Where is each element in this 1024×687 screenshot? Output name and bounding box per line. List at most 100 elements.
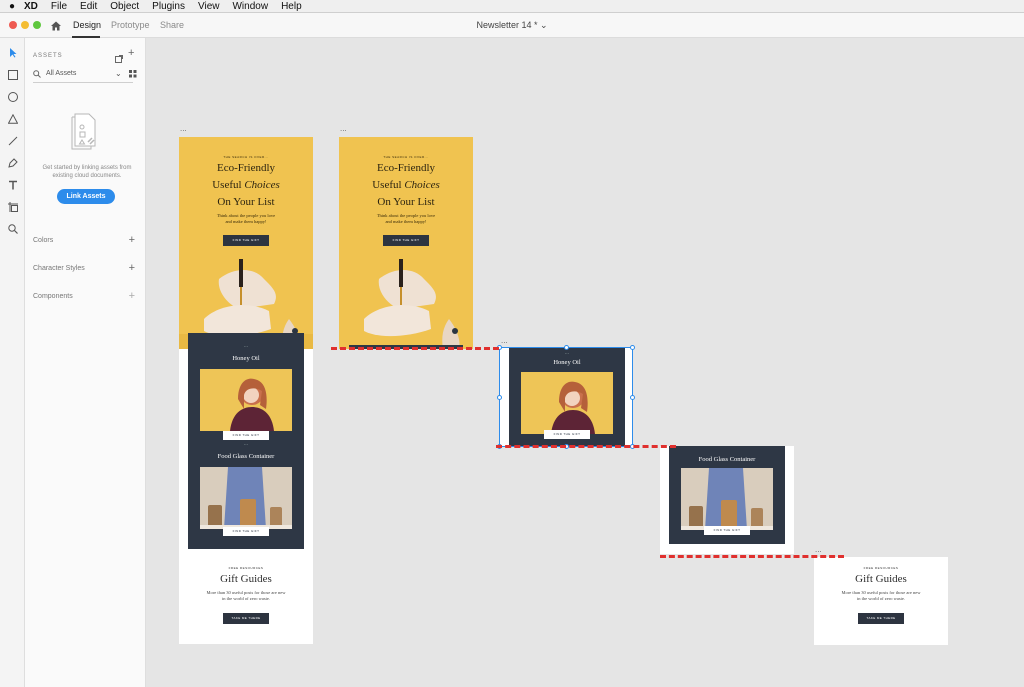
xd-title-bar: Design Prototype Share Newsletter 14 * ⌄	[0, 13, 1024, 38]
gift-kicker: FREE RESOURCES	[228, 566, 264, 570]
resize-handle-tc[interactable]	[564, 345, 569, 350]
empty-assets-text: Get started by linking assets from exist…	[42, 165, 132, 179]
selection-box[interactable]	[499, 347, 633, 447]
artboard-gift-guides[interactable]: FREE RESOURCES Gift Guides More than 30 …	[814, 557, 948, 645]
menu-file[interactable]: File	[51, 1, 67, 12]
components-section-label: Components	[33, 293, 73, 300]
hero-headline-line2: Useful Choices	[179, 179, 313, 191]
character-styles-section[interactable]: Character Styles +	[33, 262, 141, 274]
polygon-tool-icon[interactable]	[6, 112, 19, 125]
filter-underline	[33, 82, 133, 83]
food-glass-photo	[200, 467, 292, 529]
menu-object[interactable]: Object	[110, 1, 139, 12]
hero-kicker-2: THE SEARCH IS OVER...	[383, 155, 429, 159]
hero-headline-line1: Eco-Friendly	[216, 162, 276, 174]
artboard-menu-icon-2[interactable]: ...	[340, 124, 347, 133]
food-glass-title-4: Food Glass Container	[698, 456, 756, 463]
menu-view[interactable]: View	[198, 1, 220, 12]
gift-guides-text: More than 30 useful posts for those are …	[179, 590, 313, 602]
gift-text-5-line2: in the world of zero waste.	[857, 596, 905, 601]
asset-filter[interactable]: All Assets ⌄	[33, 69, 141, 81]
hero-subtext-2: Think about the people you love and make …	[339, 213, 473, 225]
zoom-tool-icon[interactable]	[6, 222, 19, 235]
honey-oil-photo	[200, 369, 292, 431]
text-tool-icon[interactable]	[6, 178, 19, 191]
hero-headline-line3: On Your List	[217, 196, 275, 208]
rectangle-tool-icon[interactable]	[6, 68, 19, 81]
link-assets-button[interactable]: Link Assets	[57, 189, 115, 204]
hero-find-gift-button[interactable]: FIND THE GIFT	[223, 235, 269, 246]
hero-headline-line3-2: On Your List	[377, 196, 435, 208]
assets-panel-title: ASSETS	[33, 53, 63, 59]
honey-oil-title: Honey Oil	[232, 355, 260, 362]
document-title[interactable]: Newsletter 14 * ⌄	[0, 20, 1024, 31]
hero-headline-line2-text: Useful	[212, 179, 245, 191]
hero-headline-italic: Choices	[244, 179, 280, 191]
honey-oil-find-gift-button[interactable]: FIND THE GIFT	[223, 431, 269, 440]
card-title-dots-2: ...	[243, 441, 249, 447]
gift-guides-title-5: Gift Guides	[855, 573, 907, 585]
menu-window[interactable]: Window	[232, 1, 268, 12]
artboard-menu-icon-3[interactable]: ...	[501, 336, 508, 345]
add-color-icon[interactable]: +	[129, 234, 135, 246]
artboard-menu-icon-5[interactable]: ...	[815, 545, 822, 554]
menu-plugins[interactable]: Plugins	[152, 1, 185, 12]
add-character-style-icon[interactable]: +	[129, 262, 135, 274]
take-me-there-button[interactable]: TAKE ME THERE	[223, 613, 269, 624]
artboard-hero[interactable]: THE SEARCH IS OVER... Eco-Friendly Usefu…	[339, 137, 473, 349]
hero-headline-line1-2: Eco-Friendly	[376, 162, 436, 174]
food-glass-card: Food Glass Container FIND THE GIFT	[669, 446, 785, 544]
card-title-dots: ...	[243, 343, 249, 349]
tool-bar	[0, 38, 25, 687]
gift-kicker-5: FREE RESOURCES	[863, 566, 899, 570]
hero-headline-italic-2: Choices	[404, 179, 440, 191]
ellipse-tool-icon[interactable]	[6, 90, 19, 103]
resize-handle-tr[interactable]	[630, 345, 635, 350]
search-icon	[33, 70, 41, 80]
gift-text-line2: in the world of zero waste.	[222, 596, 270, 601]
chevron-down-icon[interactable]: ⌄	[115, 69, 122, 78]
hero-section-2: THE SEARCH IS OVER... Eco-Friendly Usefu…	[339, 137, 473, 349]
colors-section-label: Colors	[33, 237, 54, 244]
linked-documents-icon	[69, 112, 103, 157]
guide-line-3	[660, 555, 844, 558]
food-glass-title: Food Glass Container	[217, 453, 275, 460]
hero-subtext-line2: and make them happy!	[225, 219, 267, 224]
menu-app-xd[interactable]: XD	[24, 1, 38, 12]
artboard-menu-icon[interactable]: ...	[180, 124, 187, 133]
asset-filter-value: All Assets	[46, 70, 77, 77]
pen-tool-icon[interactable]	[6, 156, 19, 169]
food-glass-find-gift-button-4[interactable]: FIND THE GIFT	[704, 526, 750, 535]
add-asset-icon[interactable]: +	[128, 47, 134, 59]
artboard-food-glass[interactable]: Food Glass Container FIND THE GIFT	[660, 446, 794, 554]
design-canvas[interactable]: ... THE SEARCH IS OVER... Eco-Friendly U…	[146, 38, 1024, 687]
food-glass-find-gift-button[interactable]: FIND THE GIFT	[223, 527, 269, 536]
hero-section: THE SEARCH IS OVER... Eco-Friendly Usefu…	[179, 137, 313, 349]
hero-subtext-2-line2: and make them happy!	[385, 219, 427, 224]
resize-handle-ml[interactable]	[497, 395, 502, 400]
colors-section[interactable]: Colors +	[33, 234, 141, 246]
hero-headline-line2-text-2: Useful	[372, 179, 405, 191]
menu-help[interactable]: Help	[281, 1, 302, 12]
grid-view-icon[interactable]	[129, 70, 137, 80]
mac-menu-bar: ● XD File Edit Object Plugins View Windo…	[0, 0, 1024, 13]
assets-panel: ASSETS + All Assets ⌄ Get started by lin…	[25, 38, 146, 687]
components-section[interactable]: Components +	[33, 290, 141, 302]
add-component-icon: +	[128, 290, 135, 302]
character-styles-section-label: Character Styles	[33, 265, 85, 272]
line-tool-icon[interactable]	[6, 134, 19, 147]
guide-line-1	[331, 347, 499, 350]
select-tool-icon[interactable]	[6, 46, 19, 59]
menu-edit[interactable]: Edit	[80, 1, 97, 12]
resize-handle-mr[interactable]	[630, 395, 635, 400]
take-me-there-button-5[interactable]: TAKE ME THERE	[858, 613, 904, 624]
artboard-full-newsletter[interactable]: THE SEARCH IS OVER... Eco-Friendly Usefu…	[179, 137, 313, 644]
artboard-tool-icon[interactable]	[6, 200, 19, 213]
open-library-icon[interactable]	[115, 50, 123, 68]
hero-subtext: Think about the people you love and make …	[179, 213, 313, 225]
gift-guides-text-5: More than 30 useful posts for those are …	[814, 590, 948, 602]
apple-icon[interactable]: ●	[0, 1, 24, 12]
hero-find-gift-button-2[interactable]: FIND THE GIFT	[383, 235, 429, 246]
food-glass-photo-4	[681, 468, 773, 530]
hero-kicker: THE SEARCH IS OVER...	[223, 155, 269, 159]
